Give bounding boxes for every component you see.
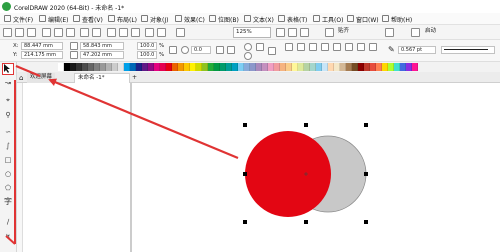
annotation-overlay bbox=[5, 64, 239, 245]
annotation-arrow-segment bbox=[15, 64, 41, 78]
annotation-arrow-to-pick-tool bbox=[48, 78, 239, 160]
annotation-arrow-tail bbox=[5, 235, 16, 245]
